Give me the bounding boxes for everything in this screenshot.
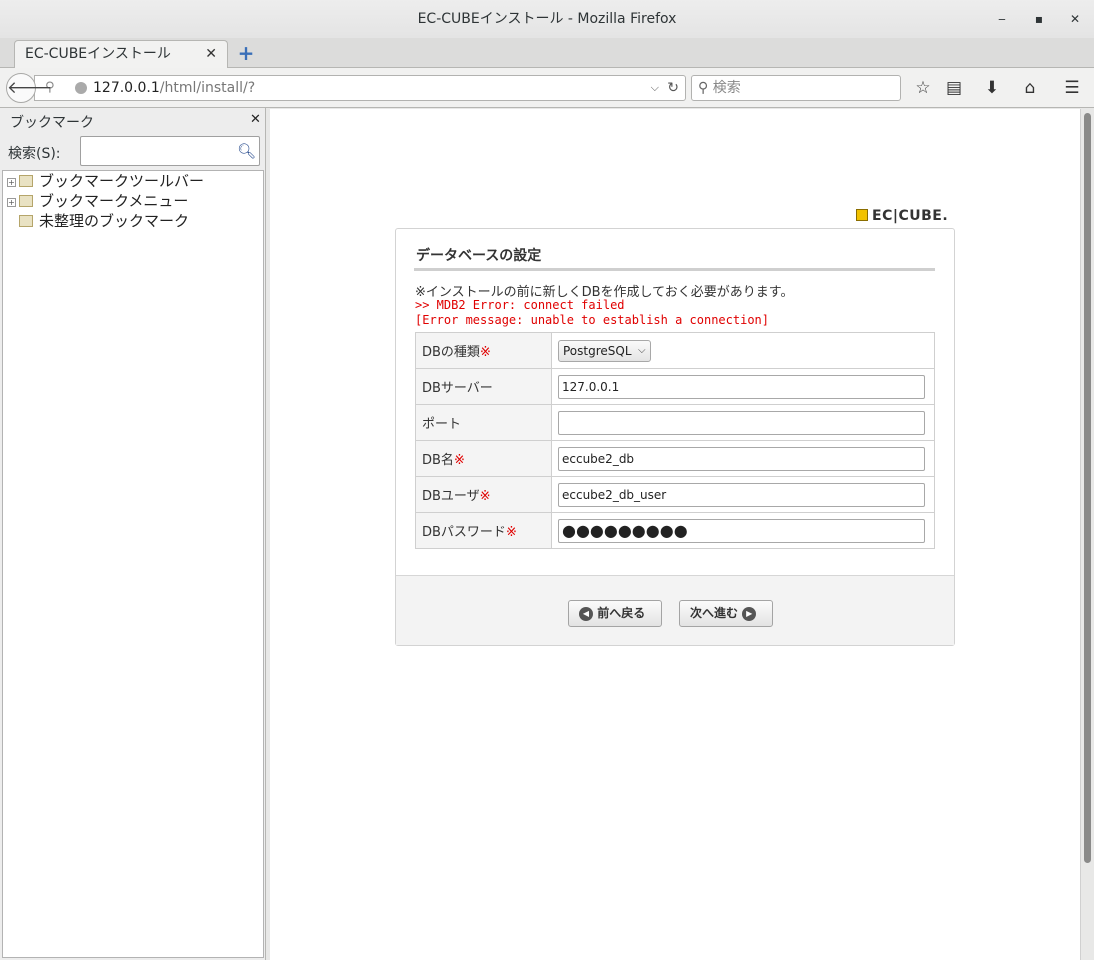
db-port-input[interactable]	[558, 410, 925, 435]
error-line: [Error message: unable to establish a co…	[415, 313, 770, 327]
reading-list-icon[interactable]: ▤	[942, 76, 966, 100]
globe-icon	[75, 82, 87, 94]
tree-item-label: ブックマークメニュー	[39, 192, 189, 210]
chevron-down-icon: ⌵	[637, 344, 646, 356]
field-label: ポート	[415, 404, 552, 441]
page-scrollbar[interactable]	[1080, 109, 1094, 960]
back-page-button[interactable]: ◀ 前へ戻る	[568, 600, 662, 627]
back-button[interactable]: 🡐	[6, 73, 53, 103]
expand-icon[interactable]: +	[7, 178, 16, 187]
tab-strip: EC-CUBEインストール ✕ +	[0, 38, 1094, 69]
field-label: DBサーバー	[415, 368, 552, 405]
db-form-table: DBの種類※ PostgreSQL ⌵ DBサーバー 127.0.0.1 ポート …	[415, 332, 935, 549]
url-host: 127.0.0.1	[93, 80, 160, 96]
url-bar[interactable]: ⚲ 127.0.0.1/html/install/? ⌵ ↻	[34, 75, 686, 101]
sidebar-search-input[interactable]: 🔍︎	[80, 136, 260, 166]
search-bar[interactable]: ⚲ 検索	[691, 75, 901, 101]
tree-item-label: 未整理のブックマーク	[39, 212, 190, 230]
next-page-button[interactable]: 次へ進む ▶	[679, 600, 773, 627]
navigation-toolbar: ⚲ 127.0.0.1/html/install/? ⌵ ↻ 🡐 ⚲ 検索 ☆ …	[0, 68, 1094, 108]
tree-item-label: ブックマークツールバー	[39, 172, 205, 190]
tab-label: EC-CUBEインストール	[25, 46, 171, 62]
form-row-db-password: DBパスワード※ ●●●●●●●●●	[415, 512, 935, 549]
downloads-icon[interactable]: ⬇	[980, 76, 1004, 100]
bookmarks-tree: + ブックマークツールバー + ブックマークメニュー 未整理のブックマーク	[2, 170, 264, 958]
field-label: DBユーザ※	[415, 476, 552, 513]
form-row-port: ポート	[415, 404, 935, 441]
tree-item-unsorted[interactable]: 未整理のブックマーク	[19, 211, 189, 231]
page-title: データベースの設定	[416, 248, 542, 264]
field-label: DB名※	[415, 440, 552, 477]
form-row-db-name: DB名※ eccube2_db	[415, 440, 935, 477]
title-divider	[414, 268, 935, 271]
bookmark-star-icon[interactable]: ☆	[911, 76, 935, 100]
folder-icon	[19, 195, 33, 207]
next-page-label: 次へ進む	[690, 606, 739, 620]
panel-footer: ◀ 前へ戻る 次へ進む ▶	[396, 575, 954, 645]
ec-cube-logo: EC|CUBE.	[856, 208, 948, 224]
sidebar-search-label: 検索(S):	[8, 146, 61, 162]
db-server-input[interactable]: 127.0.0.1	[558, 374, 925, 399]
db-name-input[interactable]: eccube2_db	[558, 446, 925, 471]
page-content: EC|CUBE. データベースの設定 ※インストールの前に新しくDBを作成してお…	[270, 109, 1080, 960]
reload-icon[interactable]: ↻	[667, 76, 679, 100]
minimize-button[interactable]: ‒	[992, 9, 1012, 29]
close-window-button[interactable]: ✕	[1065, 9, 1085, 29]
error-line: >> MDB2 Error: connect failed	[415, 298, 625, 312]
tab-ec-cube-install[interactable]: EC-CUBEインストール ✕	[14, 40, 228, 69]
url-text[interactable]: 127.0.0.1/html/install/?	[93, 76, 255, 100]
tree-item-bookmarks-menu[interactable]: + ブックマークメニュー	[7, 191, 188, 211]
required-mark: ※	[505, 525, 517, 540]
arrow-left-circle-icon: ◀	[579, 607, 593, 621]
required-mark: ※	[453, 453, 465, 468]
menu-icon[interactable]: ☰	[1060, 76, 1084, 100]
scroll-thumb[interactable]	[1084, 113, 1091, 863]
back-arrow-icon: 🡐	[7, 78, 53, 98]
db-type-select[interactable]: PostgreSQL ⌵	[558, 339, 651, 362]
magnifier-icon[interactable]: 🔍︎	[237, 142, 256, 160]
expand-icon[interactable]: +	[7, 198, 16, 207]
folder-icon	[19, 175, 33, 187]
db-settings-panel: データベースの設定 ※インストールの前に新しくDBを作成しておく必要があります。…	[395, 228, 955, 646]
required-mark: ※	[479, 345, 491, 360]
tree-item-bookmarks-toolbar[interactable]: + ブックマークツールバー	[7, 171, 204, 191]
db-password-input[interactable]: ●●●●●●●●●	[558, 518, 925, 543]
sidebar-title: ブックマーク	[10, 115, 94, 131]
folder-icon	[19, 215, 33, 227]
arrow-right-circle-icon: ▶	[742, 607, 757, 621]
url-path: /html/install/?	[159, 80, 256, 96]
url-dropdown-icon[interactable]: ⌵	[651, 76, 659, 100]
maximize-button[interactable]: ▪	[1029, 9, 1049, 29]
new-tab-button[interactable]: +	[236, 42, 256, 64]
sidebar-close-icon[interactable]: ✕	[250, 112, 261, 127]
db-user-input[interactable]: eccube2_db_user	[558, 482, 925, 507]
back-page-label: 前へ戻る	[597, 606, 646, 620]
form-row-db-server: DBサーバー 127.0.0.1	[415, 368, 935, 405]
home-icon[interactable]: ⌂	[1018, 76, 1042, 100]
form-row-db-type: DBの種類※ PostgreSQL ⌵	[415, 332, 935, 369]
window-titlebar: EC-CUBEインストール - Mozilla Firefox ‒ ▪ ✕	[0, 0, 1094, 38]
field-label: DBの種類※	[415, 332, 552, 369]
window-title: EC-CUBEインストール - Mozilla Firefox	[417, 11, 677, 27]
bookmarks-sidebar: ブックマーク ✕ 検索(S): 🔍︎ + ブックマークツールバー + ブックマークメ…	[0, 108, 266, 960]
cube-icon	[856, 209, 868, 221]
search-icon: ⚲	[698, 80, 709, 96]
required-mark: ※	[479, 489, 491, 504]
search-placeholder: 検索	[712, 80, 741, 96]
tab-close-icon[interactable]: ✕	[205, 41, 217, 68]
field-label: DBパスワード※	[415, 512, 552, 549]
form-row-db-user: DBユーザ※ eccube2_db_user	[415, 476, 935, 513]
